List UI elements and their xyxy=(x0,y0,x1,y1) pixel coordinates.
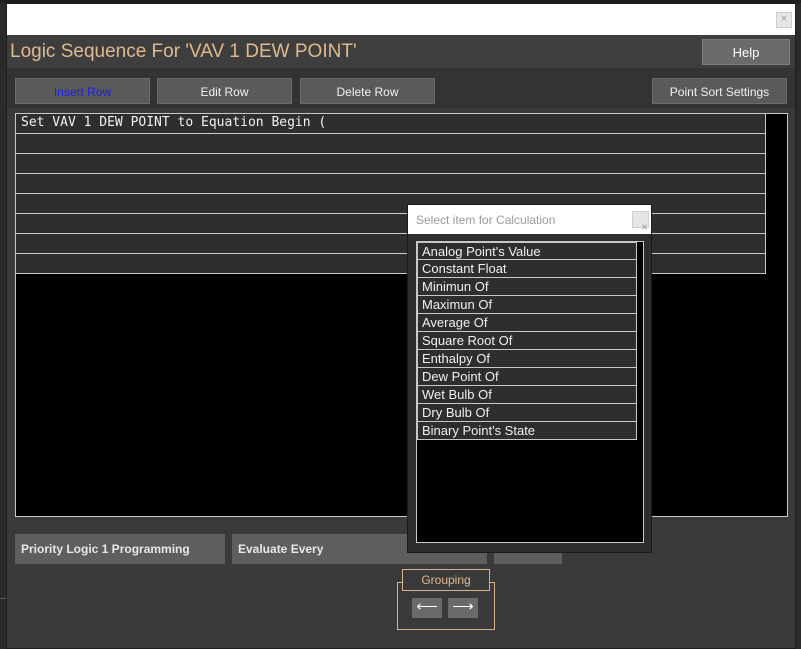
list-item[interactable]: Constant Float xyxy=(417,260,637,278)
dialog-close-button[interactable]: × xyxy=(632,211,649,234)
grid-row-text: Set VAV 1 DEW POINT to Equation Begin ( xyxy=(21,115,327,130)
list-item[interactable]: Dew Point Of xyxy=(417,368,637,386)
grid-row[interactable] xyxy=(16,234,766,254)
screen: × Logic Sequence For 'VAV 1 DEW POINT' H… xyxy=(0,0,801,649)
help-button[interactable]: Help xyxy=(702,39,790,65)
grid-row[interactable] xyxy=(16,134,766,154)
insert-row-button[interactable]: Insert Row xyxy=(15,78,150,104)
list-item[interactable]: Average Of xyxy=(417,314,637,332)
close-icon: × xyxy=(780,13,788,25)
dialog-title: Select item for Calculation xyxy=(416,213,556,227)
page-title: Logic Sequence For 'VAV 1 DEW POINT' xyxy=(10,41,357,62)
priority-logic-button[interactable]: Priority Logic 1 Programming xyxy=(15,534,225,564)
dialog-titlebar[interactable]: Select item for Calculation × xyxy=(408,205,651,234)
list-item[interactable]: Binary Point's State xyxy=(417,422,637,440)
grid-row[interactable] xyxy=(16,214,766,234)
group-right-button[interactable]: ⟶ xyxy=(448,598,478,618)
grid-row[interactable]: Set VAV 1 DEW POINT to Equation Begin ( xyxy=(16,114,766,134)
list-item[interactable]: Square Root Of xyxy=(417,332,637,350)
list-item[interactable]: Wet Bulb Of xyxy=(417,386,637,404)
logic-grid[interactable]: Set VAV 1 DEW POINT to Equation Begin ( xyxy=(15,113,788,517)
arrow-right-icon: ⟶ xyxy=(452,598,474,615)
toolbar: Insert Row Edit Row Delete Row Point Sor… xyxy=(7,68,795,108)
point-sort-settings-button[interactable]: Point Sort Settings xyxy=(652,78,787,104)
grouping-label: Grouping xyxy=(402,569,490,591)
window-header: Logic Sequence For 'VAV 1 DEW POINT' Hel… xyxy=(7,35,795,68)
arrow-left-icon: ⟵ xyxy=(416,598,438,615)
calculation-item-list[interactable]: Analog Point's Value Constant Float Mini… xyxy=(416,241,644,543)
list-item[interactable]: Maximun Of xyxy=(417,296,637,314)
list-item[interactable]: Minimun Of xyxy=(417,278,637,296)
window-titlebar[interactable]: × xyxy=(7,4,795,35)
grid-row[interactable] xyxy=(16,194,766,214)
select-calculation-dialog: Select item for Calculation × Analog Poi… xyxy=(407,204,652,553)
window-close-button[interactable]: × xyxy=(776,12,792,28)
grid-row[interactable] xyxy=(16,154,766,174)
group-left-button[interactable]: ⟵ xyxy=(412,598,442,618)
list-item[interactable]: Dry Bulb Of xyxy=(417,404,637,422)
logic-sequence-window: × Logic Sequence For 'VAV 1 DEW POINT' H… xyxy=(6,3,796,649)
edit-row-button[interactable]: Edit Row xyxy=(157,78,292,104)
grid-row[interactable] xyxy=(16,254,766,274)
close-icon: × xyxy=(641,220,649,234)
grid-row[interactable] xyxy=(16,174,766,194)
list-item[interactable]: Enthalpy Of xyxy=(417,350,637,368)
list-item[interactable]: Analog Point's Value xyxy=(417,242,637,260)
delete-row-button[interactable]: Delete Row xyxy=(300,78,435,104)
